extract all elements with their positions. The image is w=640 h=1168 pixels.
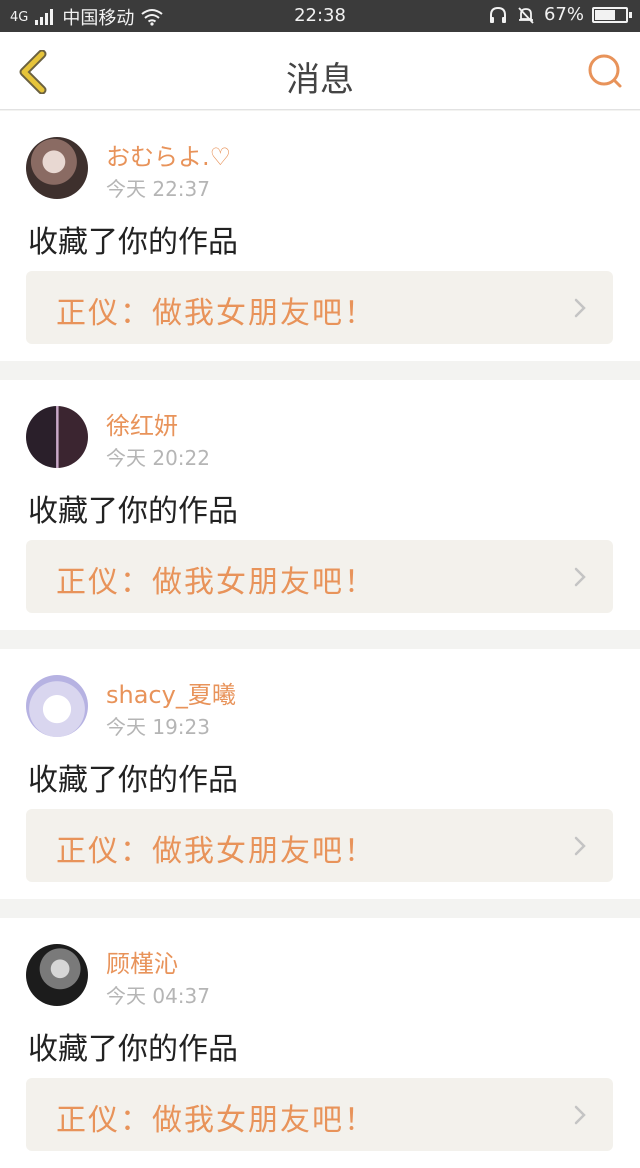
- username[interactable]: shacy_夏曦: [106, 675, 236, 710]
- status-bar: 4G 中国移动 22:38 67%: [0, 0, 640, 32]
- battery-icon: [592, 6, 632, 23]
- avatar[interactable]: [26, 406, 88, 468]
- battery-fill: [595, 9, 615, 20]
- work-link[interactable]: 正仪：做我女朋友吧！: [26, 540, 613, 613]
- message-time: 今天 19:23: [106, 715, 210, 739]
- message-action: 收藏了你的作品: [28, 763, 238, 798]
- work-label: 正仪：: [56, 296, 152, 331]
- bell-off-icon: [518, 6, 534, 24]
- work-title: 正仪：做我女朋友吧！: [56, 288, 376, 332]
- message-action: 收藏了你的作品: [28, 225, 238, 260]
- search-icon[interactable]: [586, 52, 624, 90]
- work-name: 做我女朋友吧！: [152, 1103, 376, 1138]
- username[interactable]: 徐红妍: [106, 406, 178, 441]
- message-action: 收藏了你的作品: [28, 1032, 238, 1067]
- avatar[interactable]: [26, 944, 88, 1006]
- message-time: 今天 22:37: [106, 177, 210, 201]
- username[interactable]: 顾槿沁: [106, 944, 178, 979]
- status-right: 67%: [488, 4, 632, 25]
- battery-percent: 67%: [543, 4, 584, 25]
- message-card: shacy_夏曦 今天 19:23 收藏了你的作品 正仪：做我女朋友吧！: [0, 649, 640, 899]
- work-link[interactable]: 正仪：做我女朋友吧！: [26, 271, 613, 344]
- work-link[interactable]: 正仪：做我女朋友吧！: [26, 1078, 613, 1151]
- username[interactable]: おむらよ.♡: [106, 137, 231, 172]
- avatar[interactable]: [26, 675, 88, 737]
- work-label: 正仪：: [56, 1103, 152, 1138]
- work-title: 正仪：做我女朋友吧！: [56, 826, 376, 870]
- message-card: 顾槿沁 今天 04:37 收藏了你的作品 正仪：做我女朋友吧！: [0, 918, 640, 1168]
- work-label: 正仪：: [56, 565, 152, 600]
- work-name: 做我女朋友吧！: [152, 296, 376, 331]
- work-link[interactable]: 正仪：做我女朋友吧！: [26, 809, 613, 882]
- avatar[interactable]: [26, 137, 88, 199]
- message-time: 今天 04:37: [106, 984, 210, 1008]
- chevron-right-icon: [574, 298, 586, 318]
- message-action: 收藏了你的作品: [28, 494, 238, 529]
- page-title: 消息: [286, 60, 354, 100]
- work-label: 正仪：: [56, 834, 152, 869]
- work-title: 正仪：做我女朋友吧！: [56, 1095, 376, 1139]
- chevron-right-icon: [574, 1105, 586, 1125]
- work-title: 正仪：做我女朋友吧！: [56, 557, 376, 601]
- headphones-icon: [489, 6, 506, 23]
- message-time: 今天 20:22: [106, 446, 210, 470]
- message-card: おむらよ.♡ 今天 22:37 收藏了你的作品 正仪：做我女朋友吧！: [0, 111, 640, 361]
- navigation-bar: 消息: [0, 32, 640, 110]
- work-name: 做我女朋友吧！: [152, 565, 376, 600]
- chevron-right-icon: [574, 567, 586, 587]
- work-name: 做我女朋友吧！: [152, 834, 376, 869]
- chevron-right-icon: [574, 836, 586, 856]
- message-card: 徐红妍 今天 20:22 收藏了你的作品 正仪：做我女朋友吧！: [0, 380, 640, 630]
